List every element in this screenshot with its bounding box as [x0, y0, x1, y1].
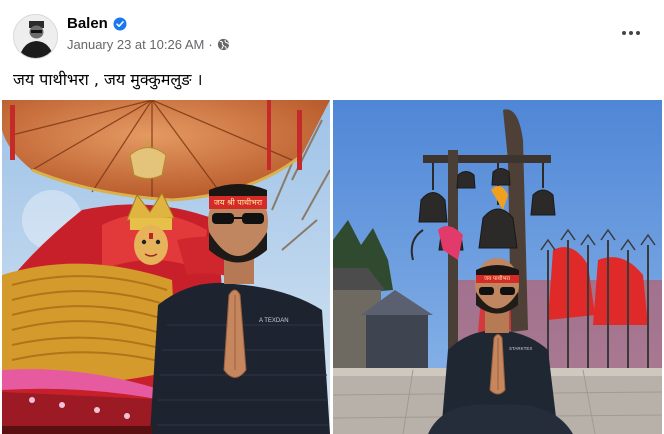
- photo-bells-shrine[interactable]: जय पाथीभरा STARKTEX: [333, 100, 662, 434]
- avatar-image: [14, 15, 57, 58]
- author-name[interactable]: Balen: [67, 15, 108, 32]
- more-dot: [636, 31, 640, 35]
- verified-badge-icon: [113, 17, 127, 30]
- post-timestamp[interactable]: January 23 at 10:26 AM: [67, 37, 204, 52]
- post-caption: जय पाथीभरा , जय मुक्कुमलुङ ।: [13, 70, 203, 89]
- meta-separator: ·: [208, 37, 213, 52]
- temple-goddess-image: जय श्री पाथीभरा A TEXDAN: [2, 100, 330, 434]
- jacket-logo-left: A TEXDAN: [259, 318, 289, 324]
- photo-grid: जय श्री पाथीभरा A TEXDAN जय पाथीभरा STAR…: [0, 100, 664, 434]
- bells-shrine-image: जय पाथीभरा STARKTEX: [333, 100, 662, 434]
- more-options-icon[interactable]: [618, 22, 644, 44]
- photo-temple-goddess[interactable]: जय श्री पाथीभरा A TEXDAN: [2, 100, 330, 434]
- headband-text-left: जय श्री पाथीभरा: [214, 197, 263, 207]
- author-name-row: Balen: [67, 15, 127, 32]
- more-dot: [629, 31, 633, 35]
- globe-icon[interactable]: [217, 38, 230, 51]
- facebook-post: Balen January 23 at 10:26 AM · जय पाथीभर…: [0, 0, 664, 434]
- jacket-logo-right: STARKTEX: [509, 346, 532, 351]
- post-meta: January 23 at 10:26 AM ·: [67, 37, 230, 52]
- post-header: Balen January 23 at 10:26 AM ·: [0, 0, 664, 62]
- headband-text-right: जय पाथीभरा: [484, 275, 511, 282]
- author-avatar[interactable]: [13, 14, 58, 59]
- more-dot: [622, 31, 626, 35]
